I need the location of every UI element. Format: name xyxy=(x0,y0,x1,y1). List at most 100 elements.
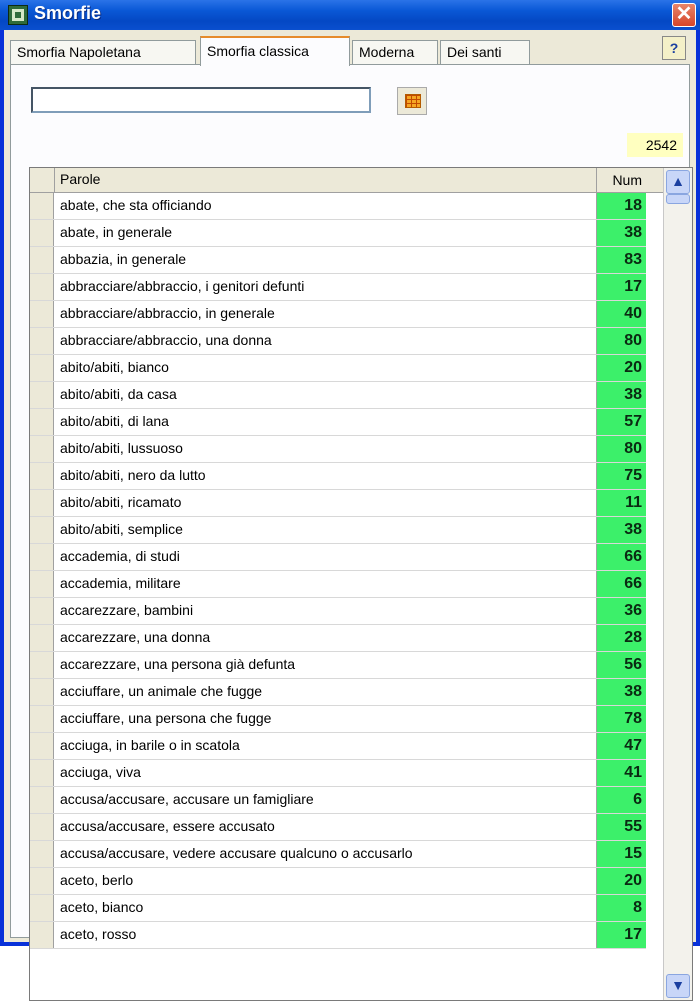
row-number: 18 xyxy=(596,193,646,219)
row-number: 17 xyxy=(596,274,646,300)
row-header[interactable] xyxy=(30,625,54,651)
table-row[interactable]: aceto, rosso 17 xyxy=(30,922,646,949)
table-row[interactable]: abbracciare/abbraccio, una donna 80 xyxy=(30,328,646,355)
table-row[interactable]: abbracciare/abbraccio, i genitori defunt… xyxy=(30,274,646,301)
table-row[interactable]: aceto, bianco 8 xyxy=(30,895,646,922)
vertical-scrollbar[interactable]: ▲ ▼ xyxy=(663,168,692,1000)
scroll-up-button[interactable]: ▲ xyxy=(666,170,690,194)
row-header[interactable] xyxy=(30,571,54,597)
row-word: accarezzare, una persona già defunta xyxy=(60,656,296,672)
table-row[interactable]: accarezzare, una donna 28 xyxy=(30,625,646,652)
row-header[interactable] xyxy=(30,895,54,921)
row-header[interactable] xyxy=(30,355,54,381)
column-header-num[interactable]: Num xyxy=(596,168,646,192)
row-header[interactable] xyxy=(30,409,54,435)
row-word: abbracciare/abbraccio, una donna xyxy=(60,332,272,348)
close-button[interactable]: ✕ xyxy=(672,3,696,27)
header-corner xyxy=(30,168,55,192)
table-row[interactable]: accusa/accusare, accusare un famigliare 6 xyxy=(30,787,646,814)
row-header[interactable] xyxy=(30,436,54,462)
row-number: 83 xyxy=(596,247,646,273)
row-word: aceto, rosso xyxy=(60,926,137,942)
table-row[interactable]: accademia, di studi 66 xyxy=(30,544,646,571)
tab-smorfia-napoletana[interactable]: Smorfia Napoletana xyxy=(10,40,196,64)
row-number: 28 xyxy=(596,625,646,651)
row-number: 57 xyxy=(596,409,646,435)
table-row[interactable]: abito/abiti, ricamato 11 xyxy=(30,490,646,517)
tab-dei-santi[interactable]: Dei santi xyxy=(440,40,530,64)
row-header[interactable] xyxy=(30,868,54,894)
row-number: 17 xyxy=(596,922,646,948)
title-bar[interactable]: Smorfie ✕ xyxy=(0,0,700,30)
row-header[interactable] xyxy=(30,733,54,759)
tab-moderna[interactable]: Moderna xyxy=(352,40,438,64)
table-row[interactable]: abito/abiti, lussuoso 80 xyxy=(30,436,646,463)
row-header[interactable] xyxy=(30,922,54,948)
row-word: aceto, bianco xyxy=(60,899,144,915)
row-header[interactable] xyxy=(30,193,54,219)
row-header[interactable] xyxy=(30,463,54,489)
row-word: aceto, berlo xyxy=(60,872,134,888)
row-header[interactable] xyxy=(30,760,54,786)
row-word: abbracciare/abbraccio, i genitori defunt… xyxy=(60,278,305,294)
row-word: accademia, di studi xyxy=(60,548,180,564)
tab-smorfia-classica[interactable]: Smorfia classica xyxy=(200,36,350,66)
row-header[interactable] xyxy=(30,517,54,543)
row-header[interactable] xyxy=(30,544,54,570)
row-header[interactable] xyxy=(30,247,54,273)
list-header: Parole Num xyxy=(30,168,692,193)
table-row[interactable]: acciuffare, una persona che fugge 78 xyxy=(30,706,646,733)
row-header[interactable] xyxy=(30,598,54,624)
table-row[interactable]: acciuga, in barile o in scatola 47 xyxy=(30,733,646,760)
window-title: Smorfie xyxy=(34,3,102,23)
row-header[interactable] xyxy=(30,706,54,732)
table-row[interactable]: accusa/accusare, essere accusato 55 xyxy=(30,814,646,841)
row-header[interactable] xyxy=(30,787,54,813)
table-row[interactable]: accarezzare, bambini 36 xyxy=(30,598,646,625)
row-word: acciuga, viva xyxy=(60,764,141,780)
row-word: abbazia, in generale xyxy=(60,251,187,267)
row-header[interactable] xyxy=(30,652,54,678)
row-header[interactable] xyxy=(30,301,54,327)
table-row[interactable]: abito/abiti, nero da lutto 75 xyxy=(30,463,646,490)
row-header[interactable] xyxy=(30,220,54,246)
row-header[interactable] xyxy=(30,328,54,354)
row-number: 15 xyxy=(596,841,646,867)
row-word: accusa/accusare, accusare un famigliare xyxy=(60,791,314,807)
table-row[interactable]: abito/abiti, bianco 20 xyxy=(30,355,646,382)
table-row[interactable]: abito/abiti, semplice 38 xyxy=(30,517,646,544)
row-header[interactable] xyxy=(30,679,54,705)
table-row[interactable]: aceto, berlo 20 xyxy=(30,868,646,895)
table-row[interactable]: abbracciare/abbraccio, in generale 40 xyxy=(30,301,646,328)
tab-panel: 2542 Parole Num abate, che sta officiand… xyxy=(10,64,693,1001)
search-input[interactable] xyxy=(31,87,371,113)
table-row[interactable]: abito/abiti, di lana 57 xyxy=(30,409,646,436)
table-row[interactable]: accarezzare, una persona già defunta 56 xyxy=(30,652,646,679)
row-number: 55 xyxy=(596,814,646,840)
table-row[interactable]: accusa/accusare, vedere accusare qualcun… xyxy=(30,841,646,868)
grid-button[interactable] xyxy=(397,87,427,115)
row-number: 36 xyxy=(596,598,646,624)
table-row[interactable]: abbazia, in generale 83 xyxy=(30,247,646,274)
scroll-thumb[interactable] xyxy=(666,194,690,204)
row-header[interactable] xyxy=(30,814,54,840)
table-row[interactable]: accademia, militare 66 xyxy=(30,571,646,598)
row-header[interactable] xyxy=(30,382,54,408)
row-word: accusa/accusare, vedere accusare qualcun… xyxy=(60,845,413,861)
row-header[interactable] xyxy=(30,490,54,516)
scroll-down-button[interactable]: ▼ xyxy=(666,974,690,998)
table-row[interactable]: acciuffare, un animale che fugge 38 xyxy=(30,679,646,706)
row-word: acciuga, in barile o in scatola xyxy=(60,737,240,753)
help-button[interactable]: ? xyxy=(662,36,686,60)
row-header[interactable] xyxy=(30,841,54,867)
row-word: abito/abiti, nero da lutto xyxy=(60,467,206,483)
table-row[interactable]: abate, che sta officiando 18 xyxy=(30,193,646,220)
column-header-parole[interactable]: Parole xyxy=(60,171,100,187)
table-row[interactable]: abito/abiti, da casa 38 xyxy=(30,382,646,409)
row-word: accarezzare, bambini xyxy=(60,602,194,618)
row-number: 20 xyxy=(596,868,646,894)
table-row[interactable]: acciuga, viva 41 xyxy=(30,760,646,787)
row-word: accusa/accusare, essere accusato xyxy=(60,818,275,834)
table-row[interactable]: abate, in generale 38 xyxy=(30,220,646,247)
row-header[interactable] xyxy=(30,274,54,300)
